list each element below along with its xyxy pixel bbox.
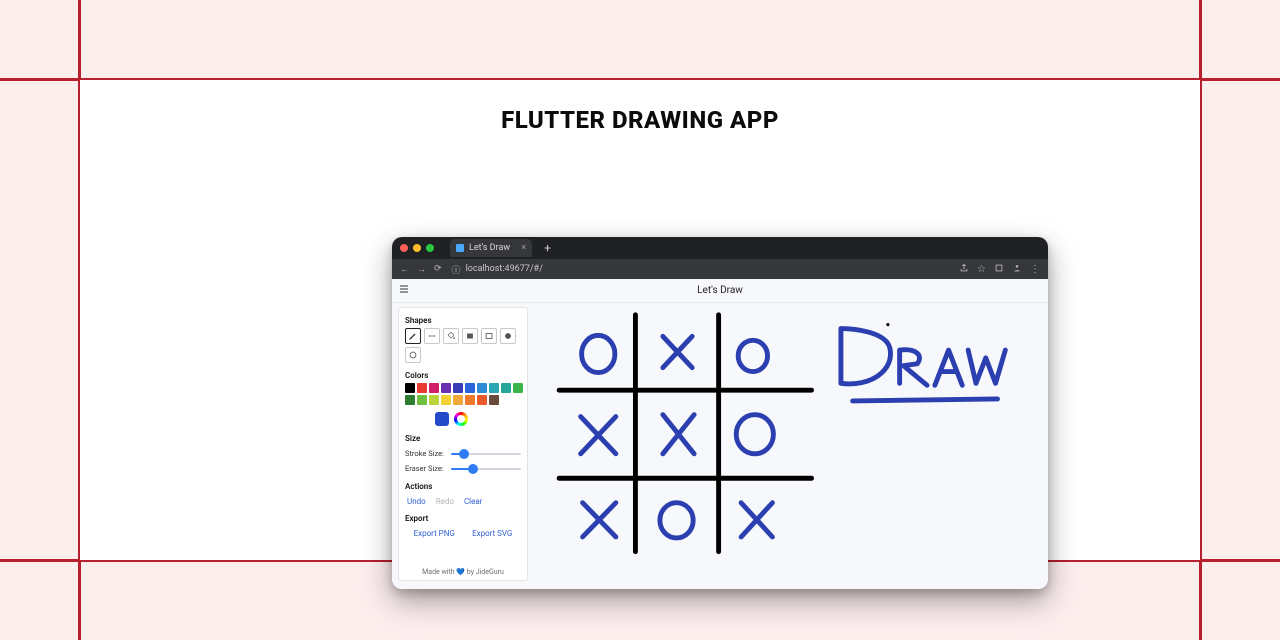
address-bar[interactable]: ⓘ localhost:49677/#/ xyxy=(452,263,949,276)
circle-filled-icon xyxy=(503,331,513,341)
url-text: localhost:49677/#/ xyxy=(466,264,543,274)
hamburger-icon xyxy=(398,283,410,295)
colors-label: Colors xyxy=(405,371,521,380)
line-icon xyxy=(427,331,437,341)
drawing-canvas[interactable] xyxy=(542,307,1042,581)
fill-icon xyxy=(446,331,456,341)
stroke-size-slider[interactable] xyxy=(451,453,521,455)
tool-fill[interactable] xyxy=(443,328,459,344)
color-swatch[interactable] xyxy=(429,395,439,405)
color-swatch[interactable] xyxy=(489,383,499,393)
heart-icon: 💙 xyxy=(456,568,465,576)
export-png-button[interactable]: Export PNG xyxy=(414,529,455,538)
color-swatch[interactable] xyxy=(417,383,427,393)
eraser-size-slider[interactable] xyxy=(451,468,521,470)
export-svg-button[interactable]: Export SVG xyxy=(472,529,512,538)
undo-button[interactable]: Undo xyxy=(407,497,426,506)
actions-label: Actions xyxy=(405,482,521,491)
page-title: FLUTTER DRAWING APP xyxy=(80,106,1200,134)
site-info-icon[interactable]: ⓘ xyxy=(452,263,461,276)
color-swatch[interactable] xyxy=(441,383,451,393)
tool-line[interactable] xyxy=(424,328,440,344)
clear-button[interactable]: Clear xyxy=(464,497,482,506)
color-palette xyxy=(405,383,525,405)
color-swatch[interactable] xyxy=(417,395,427,405)
window-controls[interactable] xyxy=(400,244,434,252)
color-swatch[interactable] xyxy=(453,395,463,405)
sidebar-footer: Made with 💙 by JideGuru xyxy=(405,565,521,576)
browser-urlbar: ← → ⟳ ⓘ localhost:49677/#/ ☆ ⋮ xyxy=(392,259,1048,279)
new-tab-button[interactable]: + xyxy=(538,242,557,254)
eraser-size-label: Eraser Size: xyxy=(405,464,445,473)
browser-window: Let's Draw × + ← → ⟳ ⓘ localhost:49677/#… xyxy=(392,237,1048,589)
color-picker-button[interactable] xyxy=(454,412,468,426)
color-swatch[interactable] xyxy=(513,383,523,393)
profile-icon[interactable] xyxy=(1012,263,1022,276)
bookmark-icon[interactable]: ☆ xyxy=(977,264,986,275)
tool-circle-filled[interactable] xyxy=(500,328,516,344)
tab-title: Let's Draw xyxy=(469,243,510,253)
color-swatch[interactable] xyxy=(441,395,451,405)
color-swatch[interactable] xyxy=(405,383,415,393)
canvas-drawing xyxy=(542,307,1042,581)
color-swatch[interactable] xyxy=(453,383,463,393)
app-header: Let's Draw xyxy=(392,279,1048,303)
color-swatch[interactable] xyxy=(429,383,439,393)
browser-tab[interactable]: Let's Draw × xyxy=(450,239,532,257)
rect-filled-icon xyxy=(465,331,475,341)
favicon-icon xyxy=(456,244,464,252)
shapes-label: Shapes xyxy=(405,316,521,325)
color-swatch[interactable] xyxy=(465,395,475,405)
color-swatch[interactable] xyxy=(501,383,511,393)
nav-reload-icon[interactable]: ⟳ xyxy=(434,264,442,275)
color-swatch[interactable] xyxy=(477,383,487,393)
overflow-menu-icon[interactable]: ⋮ xyxy=(1030,264,1040,275)
rect-outline-icon xyxy=(484,331,494,341)
nav-back-icon[interactable]: ← xyxy=(400,264,409,275)
share-icon[interactable] xyxy=(959,263,969,276)
tool-rect-filled[interactable] xyxy=(462,328,478,344)
tool-rect-outline[interactable] xyxy=(481,328,497,344)
tool-sidebar: Shapes Colors Size xyxy=(398,307,528,581)
size-label: Size xyxy=(405,434,521,443)
feature-card: FLUTTER DRAWING APP Let's Draw × + ← → ⟳ xyxy=(80,80,1200,560)
nav-forward-icon[interactable]: → xyxy=(417,264,426,275)
selected-color-swatch[interactable] xyxy=(435,412,449,426)
color-swatch[interactable] xyxy=(405,395,415,405)
color-swatch[interactable] xyxy=(465,383,475,393)
pencil-icon xyxy=(408,331,418,341)
tab-close-icon[interactable]: × xyxy=(521,244,526,253)
app-title: Let's Draw xyxy=(392,285,1048,296)
browser-tabbar: Let's Draw × + xyxy=(392,237,1048,259)
stroke-size-label: Stroke Size: xyxy=(405,449,445,458)
color-swatch[interactable] xyxy=(489,395,499,405)
color-swatch[interactable] xyxy=(477,395,487,405)
close-window-icon[interactable] xyxy=(400,244,408,252)
minimize-window-icon[interactable] xyxy=(413,244,421,252)
tool-pencil[interactable] xyxy=(405,328,421,344)
export-label: Export xyxy=(405,514,521,523)
tool-circle-outline[interactable] xyxy=(405,347,421,363)
hamburger-menu-button[interactable] xyxy=(392,283,416,298)
extensions-icon[interactable] xyxy=(994,263,1004,276)
circle-outline-icon xyxy=(408,350,418,360)
shape-tools xyxy=(405,328,521,363)
maximize-window-icon[interactable] xyxy=(426,244,434,252)
redo-button[interactable]: Redo xyxy=(436,497,454,506)
